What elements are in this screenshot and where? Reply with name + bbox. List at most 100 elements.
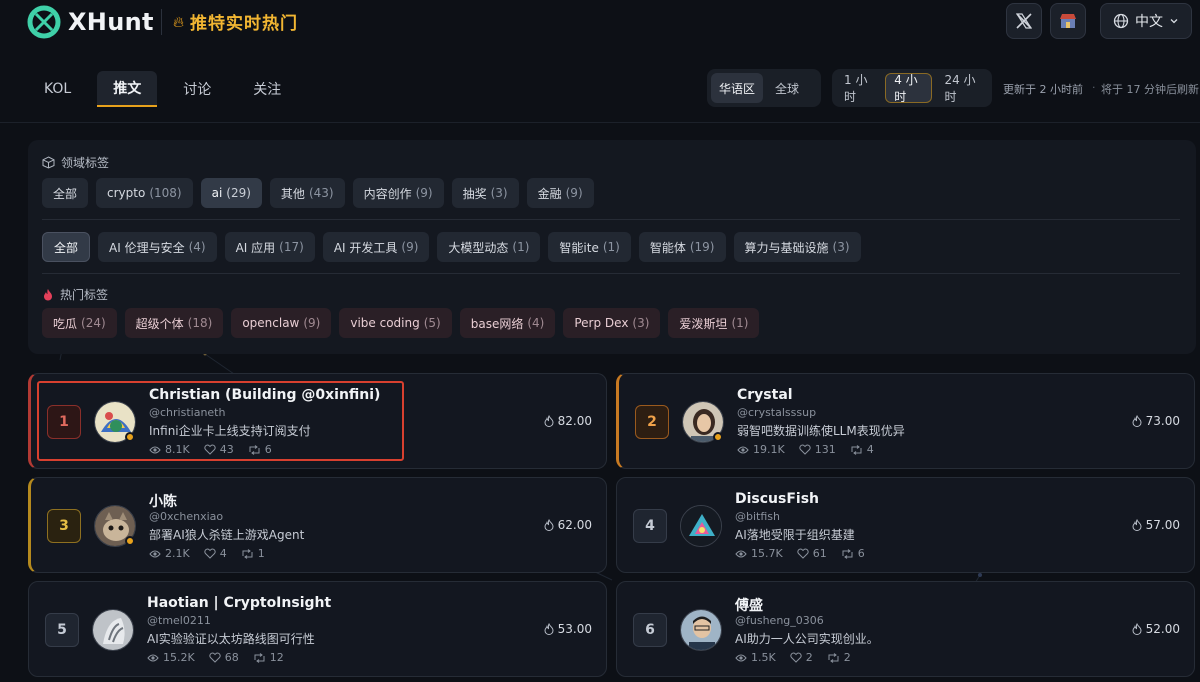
tag-content[interactable]: 内容创作 (9) [352,178,444,208]
cube-icon [42,156,55,169]
chevron-down-icon [1170,19,1178,24]
tag-label: crypto [107,186,146,200]
likes-count: 131 [814,443,836,456]
subtag-llm-news[interactable]: 大模型动态 (1) [437,232,541,262]
tweet-card[interactable]: 2 Crystal @crystalsssup 弱智吧数据训练使LLM表现优异 … [616,373,1195,469]
shop-button[interactable] [1050,3,1086,39]
logo-text: XHunt [68,8,154,36]
hot-tag-vibe-coding[interactable]: vibe coding (5) [339,308,452,338]
tag-count: (9) [415,186,433,200]
flame-icon [544,519,554,531]
tag-other[interactable]: 其他 (43) [269,178,345,208]
tab-kol[interactable]: KOL [28,71,87,107]
score-value: 73.00 [1145,414,1180,428]
hot-tags-title: 热门标签 [42,286,108,303]
x-link-button[interactable] [1006,3,1042,39]
author-handle[interactable]: @crystalsssup [737,406,816,419]
tab-follow[interactable]: 关注 [237,71,297,107]
rank-badge: 3 [47,509,81,543]
tag-count: (43) [308,186,334,200]
hot-tag-gossip[interactable]: 吃瓜 (24) [42,308,117,338]
subtag-all[interactable]: 全部 [42,232,91,262]
hot-tag-base[interactable]: base网络 (4) [459,308,556,338]
author-name[interactable]: Crystal [737,387,793,403]
tag-label: Perp Dex [574,316,629,330]
subtag-ai-apps[interactable]: AI 应用 (17) [224,232,315,262]
tweet-card[interactable]: 6 傅盛 @fusheng_0306 AI助力一人公司实现创业。 1.5K 2 … [616,581,1195,677]
tweet-stats: 15.2K 68 12 [147,651,284,664]
panel-divider [42,219,1180,220]
rank-badge: 4 [633,509,667,543]
tag-count: (5) [423,316,441,330]
tweet-summary[interactable]: 弱智吧数据训练使LLM表现优异 [737,422,905,439]
hot-tag-super-individual[interactable]: 超级个体 (18) [124,308,224,338]
subtag-agents[interactable]: 智能体 (19) [638,232,726,262]
region-global[interactable]: 全球 [767,73,807,103]
views-stat: 1.5K [735,651,776,664]
tab-discussion[interactable]: 讨论 [167,71,227,107]
tag-label: 爱泼斯坦 [679,316,728,331]
author-handle[interactable]: @0xchenxiao [149,510,223,523]
separator-dot: · [1092,81,1096,94]
tag-count: (18) [187,316,213,330]
tag-all[interactable]: 全部 [42,178,89,208]
likes-stat: 131 [799,443,836,456]
tag-crypto[interactable]: crypto (108) [96,178,193,208]
subtag-smart-ite[interactable]: 智能ite (1) [548,232,631,262]
tweet-card[interactable]: 5 Haotian | CryptoInsight @tmel0211 AI实验… [28,581,607,677]
author-name[interactable]: DiscusFish [735,491,819,507]
tag-label: 大模型动态 [448,240,509,255]
language-selector[interactable]: 中文 [1100,3,1192,39]
tweet-card[interactable]: 4 DiscusFish @bitfish AI落地受限于组织基建 15.7K … [616,477,1195,573]
tag-label: 其他 [280,186,305,201]
update-status: 更新于 2 小时前 [1003,83,1083,96]
subtag-ai-ethics[interactable]: AI 伦理与安全 (4) [98,232,217,262]
time-24h[interactable]: 24 小时 [936,73,988,104]
time-1h[interactable]: 1 小时 [836,73,881,104]
tweet-card[interactable]: 3 小陈 @0xchenxiao 部署AI狼人杀链上游戏Agent 2.1K 4… [28,477,607,573]
time-range-toggle: 1 小时 4 小时 24 小时 [832,69,992,107]
header-divider [161,9,162,35]
hot-tag-perp-dex[interactable]: Perp Dex (3) [563,308,661,338]
tweet-summary[interactable]: AI助力一人公司实现创业。 [735,630,879,647]
score-value: 57.00 [1145,518,1180,532]
avatar[interactable] [680,505,722,547]
author-name[interactable]: Haotian | CryptoInsight [147,595,331,611]
tweet-summary[interactable]: 部署AI狼人杀链上游戏Agent [149,526,304,543]
subtag-compute[interactable]: 算力与基础设施 (3) [733,232,861,262]
tag-label: base网络 [470,316,524,331]
logo[interactable]: XHunt [26,4,154,40]
author-name[interactable]: 小陈 [149,491,177,511]
region-chinese[interactable]: 华语区 [711,73,764,103]
time-4h[interactable]: 4 小时 [885,73,933,104]
tag-ai[interactable]: ai (29) [200,178,262,208]
tab-tweets[interactable]: 推文 [97,71,158,107]
tag-count: (4) [188,240,206,254]
tag-lottery[interactable]: 抽奖 (3) [451,178,519,208]
author-handle[interactable]: @tmel0211 [147,614,211,627]
subtag-ai-devtools[interactable]: AI 开发工具 (9) [322,232,430,262]
eye-icon [149,550,161,557]
domain-tags-label: 领域标签 [61,156,110,170]
language-label: 中文 [1135,14,1163,30]
hot-tag-openclaw[interactable]: openclaw (9) [231,308,332,338]
retweet-icon [242,548,253,559]
hot-tag-epstein[interactable]: 爱泼斯坦 (1) [668,308,760,338]
tag-count: (108) [149,186,182,200]
author-handle[interactable]: @bitfish [735,510,780,523]
author-name[interactable]: 傅盛 [735,595,763,615]
views-stat: 2.1K [149,547,190,560]
avatar[interactable] [680,609,722,651]
tag-count: (19) [689,240,715,254]
tweet-summary[interactable]: AI落地受限于组织基建 [735,526,855,543]
retweets-stat: 1 [241,547,265,560]
rank-badge: 5 [45,613,79,647]
tweet-summary[interactable]: AI实验验证以太坊路线图可行性 [147,630,315,647]
tag-finance[interactable]: 金融 (9) [526,178,594,208]
domain-tags-row1: 全部 crypto (108) ai (29) 其他 (43) 内容创作 (9) 抽奖(… [42,178,594,208]
page-title: 🔥︎ 推特实时热门 [173,9,298,35]
tag-label: ai [211,186,223,200]
flame-icon [1132,519,1142,531]
author-handle[interactable]: @fusheng_0306 [735,614,824,627]
avatar[interactable] [92,609,134,651]
